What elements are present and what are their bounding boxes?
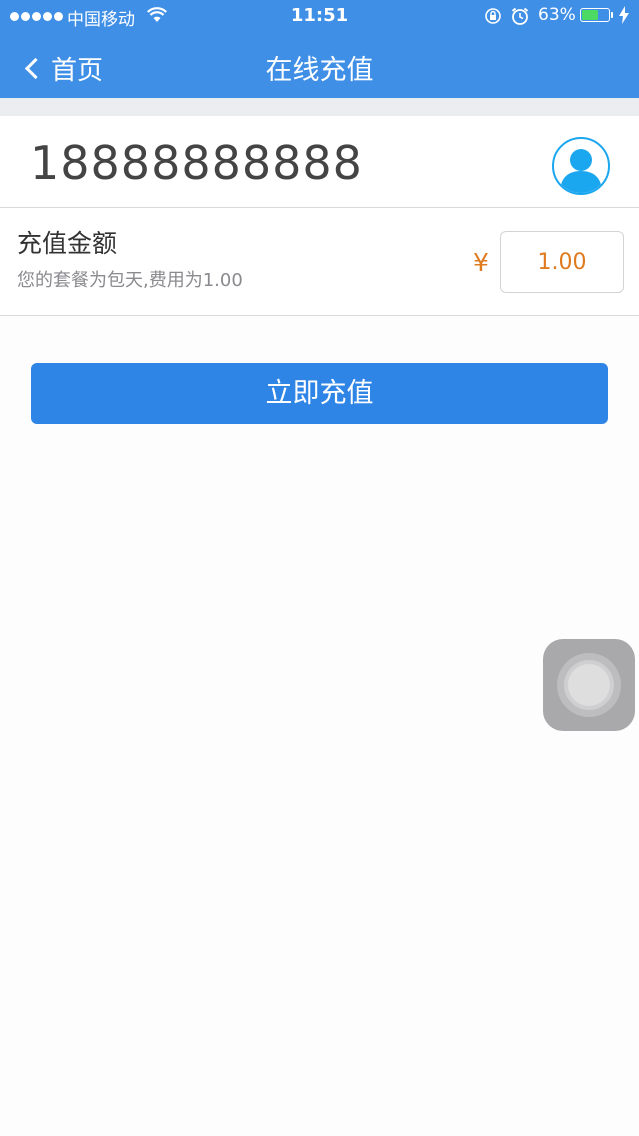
battery-tip [611,12,613,18]
amount-input[interactable] [500,231,624,293]
assistive-touch-center [568,664,610,706]
currency-symbol: ¥ [473,248,489,277]
plan-description: 您的套餐为包天,费用为1.00 [17,270,243,291]
alarm-icon [510,6,530,31]
battery-icon [580,8,610,22]
amount-label: 充值金额 [17,229,118,258]
recharge-now-button[interactable]: 立即充值 [31,363,608,424]
charging-bolt-icon [619,6,629,29]
person-icon [560,149,602,193]
section-divider [0,98,639,116]
page-title: 在线充值 [265,55,374,86]
orientation-lock-icon [484,7,502,30]
phone-number-field[interactable]: 18888888888 [30,136,363,190]
navigation-bar: 首页 在线充值 [0,32,639,98]
recharge-amount-row: 充值金额 您的套餐为包天,费用为1.00 ¥ [0,208,639,316]
battery-percent: 63% [538,5,576,25]
phone-number-row: 18888888888 [0,116,639,208]
status-bar: 中国移动 11:51 63% [0,0,639,32]
assistive-touch-button[interactable] [543,639,635,731]
contact-picker-button[interactable] [552,137,610,195]
